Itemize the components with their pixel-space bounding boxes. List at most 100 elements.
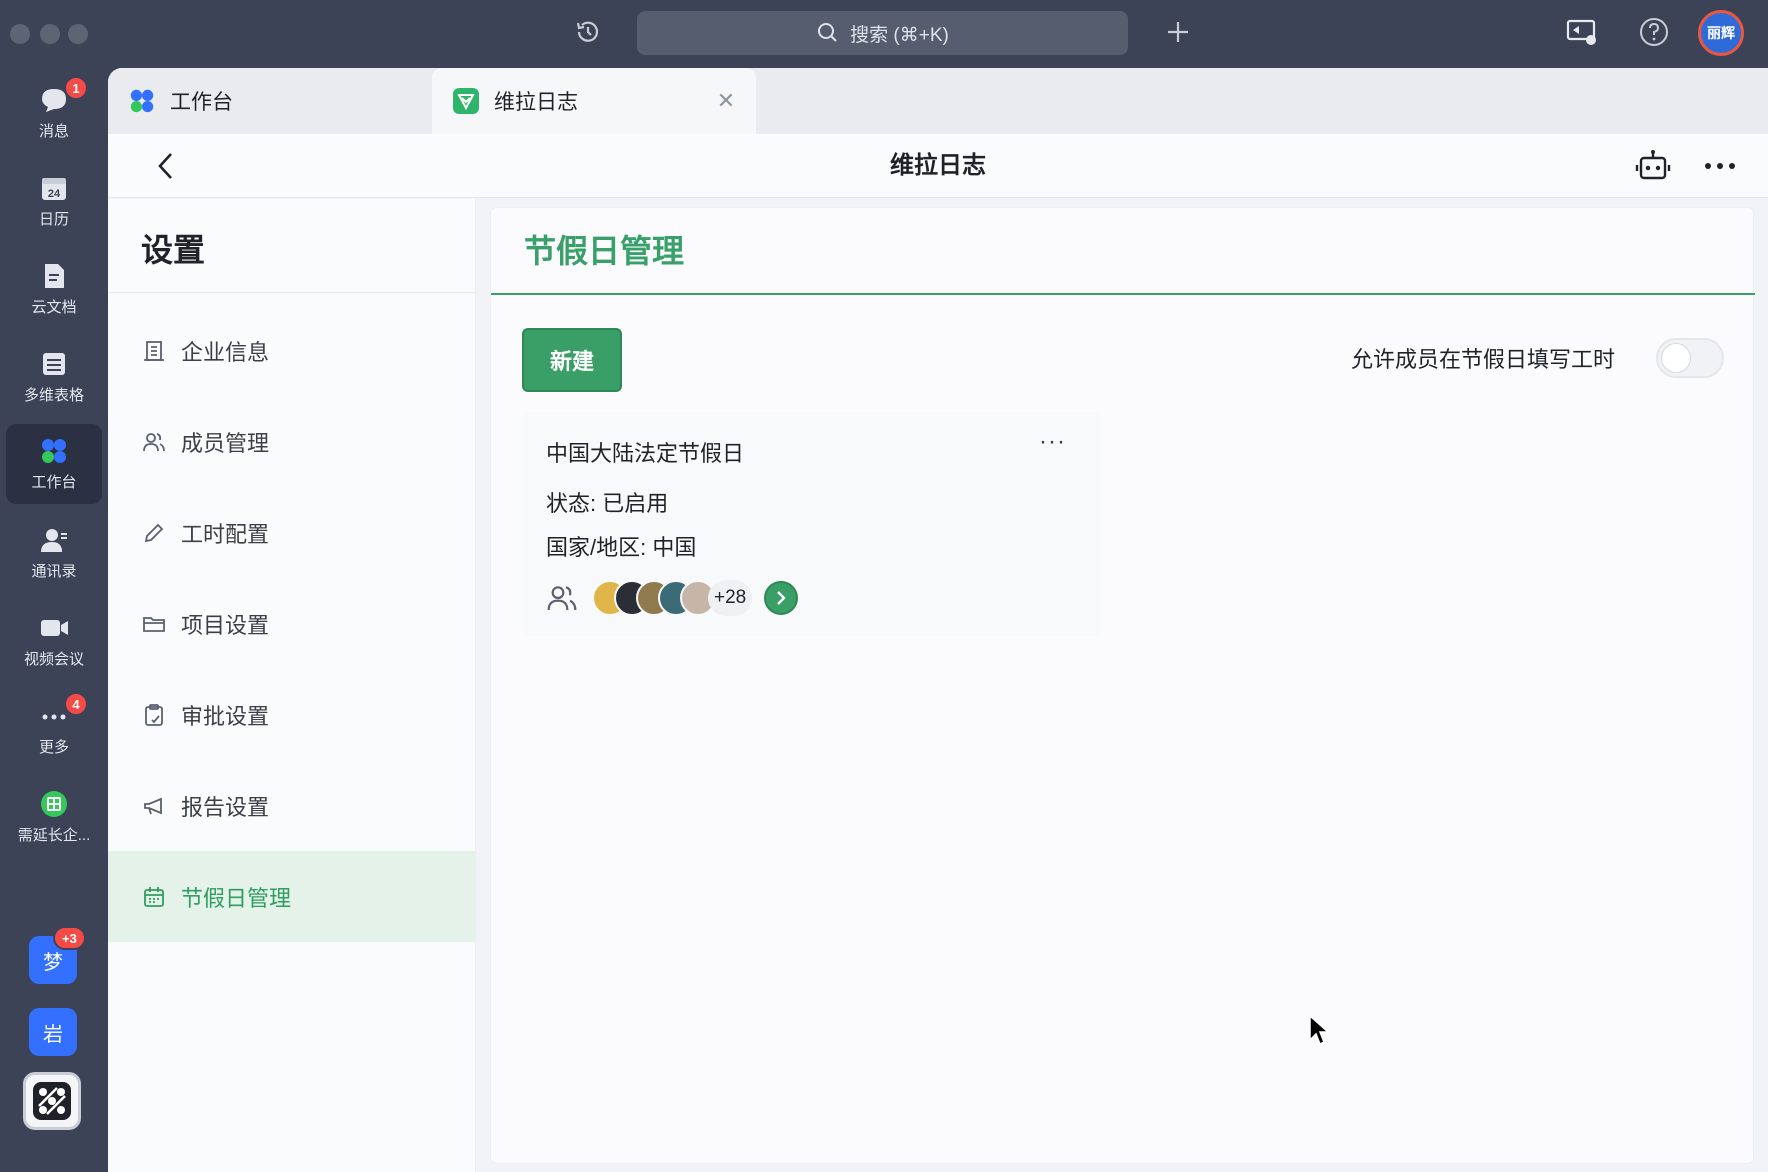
settings-sidebar: 设置 企业信息 成员管理 工时配置 项目设置 审批设置 报告设置 节假日管理 (108, 199, 476, 1172)
nav-messages-label: 消息 (38, 123, 69, 140)
members-icon (547, 586, 577, 611)
window-close-button[interactable] (10, 24, 30, 44)
menu-item-label: 项目设置 (181, 612, 270, 638)
nav-contacts-label: 通讯录 (31, 563, 77, 580)
document-icon (45, 264, 64, 288)
menu-item-approval[interactable]: 审批设置 (108, 669, 476, 760)
left-navigation: 消息 1 24 日历 云文档 多维表格 工作台 通讯录 视频会议 更多 4 需延… (0, 68, 108, 1172)
folder-icon (141, 611, 167, 637)
workplace-grid-icon (130, 89, 154, 113)
app-window: 工作台 维拉日志 ✕ 维拉日志 设置 企业信息 成员管理 工时配置 项目设置 审… (108, 68, 1768, 1172)
app-header: 维拉日志 (108, 134, 1768, 198)
user-avatar[interactable]: 丽辉 (1698, 10, 1744, 56)
clipboard-icon (141, 702, 167, 728)
workplace-grid-icon (42, 439, 66, 463)
menu-item-label: 节假日管理 (181, 885, 292, 911)
robot-icon[interactable] (1633, 146, 1673, 186)
chat-avatar-yan-text: 岩 (43, 1023, 63, 1046)
chat-avatar-yan[interactable]: 岩 (29, 1008, 77, 1056)
nav-bitable[interactable]: 多维表格 (6, 338, 102, 416)
menu-item-work-hours[interactable]: 工时配置 (108, 487, 476, 578)
calendar-icon: 24 (42, 178, 66, 200)
settings-title: 设置 (141, 232, 206, 268)
tab-workplace-label: 工作台 (170, 91, 233, 114)
history-icon[interactable] (570, 14, 606, 50)
new-button[interactable]: 新建 (522, 328, 622, 392)
tab-vera-log[interactable]: 维拉日志 ✕ (432, 68, 756, 134)
chat-avatar-meng[interactable]: 梦 +3 (29, 926, 86, 984)
vera-log-icon (453, 88, 479, 114)
holiday-calendar-name: 中国大陆法定节假日 (546, 441, 745, 466)
search-text: 搜索 (⌘+K) (850, 24, 949, 46)
member-list[interactable]: +28 (546, 580, 799, 616)
nav-docs[interactable]: 云文档 (6, 250, 102, 328)
nav-messages[interactable]: 消息 1 (6, 74, 102, 152)
nav-more-label: 更多 (38, 739, 69, 756)
mouse-cursor-icon (1309, 1014, 1330, 1046)
holiday-calendar-status: 状态: 已启用 (546, 491, 669, 516)
nav-more-badge: 4 (64, 692, 88, 716)
card-more-button[interactable]: ··· (1039, 428, 1066, 456)
member-detail-chevron-right-icon[interactable] (764, 581, 799, 615)
help-icon[interactable] (1636, 14, 1672, 50)
nav-calendar-label: 日历 (38, 211, 69, 228)
nav-app-extend[interactable]: 需延长企... (6, 778, 102, 856)
table-icon (43, 353, 65, 375)
menu-item-label: 工时配置 (181, 521, 270, 547)
megaphone-icon (141, 793, 167, 819)
svg-text:24: 24 (48, 188, 61, 200)
nav-bitable-label: 多维表格 (23, 387, 84, 404)
window-zoom-button[interactable] (68, 24, 88, 44)
nav-calendar[interactable]: 24 日历 (6, 162, 102, 240)
pencil-icon (141, 520, 167, 546)
tab-bar: 工作台 维拉日志 ✕ (108, 68, 1768, 134)
members-icon (141, 429, 167, 455)
menu-item-reports[interactable]: 报告设置 (108, 760, 476, 851)
screen-share-icon[interactable] (1562, 14, 1602, 50)
title-underline (491, 293, 1755, 295)
title-bar: 搜索 (⌘+K) 丽辉 (0, 0, 1768, 68)
app-title: 维拉日志 (890, 152, 986, 179)
holiday-calendar-card[interactable]: 中国大陆法定节假日 ··· 状态: 已启用 国家/地区: 中国 +28 (522, 412, 1102, 636)
allow-holiday-hours-toggle[interactable] (1656, 338, 1724, 378)
page-title: 节假日管理 (524, 233, 685, 269)
green-app-icon (41, 791, 67, 817)
chat-avatar-meng-badge: +3 (53, 926, 86, 950)
nav-docs-label: 云文档 (31, 299, 77, 316)
divider (108, 292, 476, 293)
more-options-icon[interactable] (1700, 146, 1740, 186)
menu-item-label: 企业信息 (181, 339, 270, 365)
nav-app-extend-label: 需延长企... (17, 827, 91, 844)
menu-item-label: 成员管理 (181, 430, 270, 456)
nav-more[interactable]: 更多 4 (6, 690, 102, 768)
calendar-icon (141, 884, 167, 910)
menu-item-company-info[interactable]: 企业信息 (108, 305, 476, 396)
search-bar[interactable]: 搜索 (⌘+K) (637, 11, 1128, 55)
menu-item-label: 报告设置 (181, 794, 270, 820)
nav-video-meeting-label: 视频会议 (23, 651, 84, 668)
add-icon[interactable] (1160, 14, 1196, 50)
member-count: +28 (708, 580, 753, 616)
back-icon[interactable] (148, 148, 184, 184)
tab-workplace[interactable]: 工作台 (108, 68, 428, 134)
holiday-management-panel: 节假日管理 新建 允许成员在节假日填写工时 中国大陆法定节假日 ··· 状态: … (490, 207, 1755, 1164)
nav-messages-badge: 1 (64, 76, 88, 100)
holiday-calendar-region: 国家/地区: 中国 (546, 535, 697, 560)
video-camera-icon (41, 620, 68, 636)
nav-workplace[interactable]: 工作台 (6, 424, 102, 504)
tab-close-icon[interactable]: ✕ (714, 89, 738, 113)
nav-video-meeting[interactable]: 视频会议 (6, 602, 102, 680)
building-icon (141, 338, 167, 364)
search-icon (818, 23, 837, 42)
menu-item-members[interactable]: 成员管理 (108, 396, 476, 487)
menu-item-label: 审批设置 (181, 703, 270, 729)
menu-item-holidays[interactable]: 节假日管理 (108, 851, 476, 942)
chat-avatar-meng-text: 梦 (43, 951, 63, 974)
nav-contacts[interactable]: 通讯录 (6, 514, 102, 592)
toggle-knob (1661, 343, 1691, 373)
app-logo-icon[interactable] (23, 1072, 81, 1130)
nav-workplace-label: 工作台 (31, 474, 77, 491)
window-minimize-button[interactable] (40, 24, 60, 44)
menu-item-projects[interactable]: 项目设置 (108, 578, 476, 669)
tab-vera-log-label: 维拉日志 (494, 91, 578, 114)
